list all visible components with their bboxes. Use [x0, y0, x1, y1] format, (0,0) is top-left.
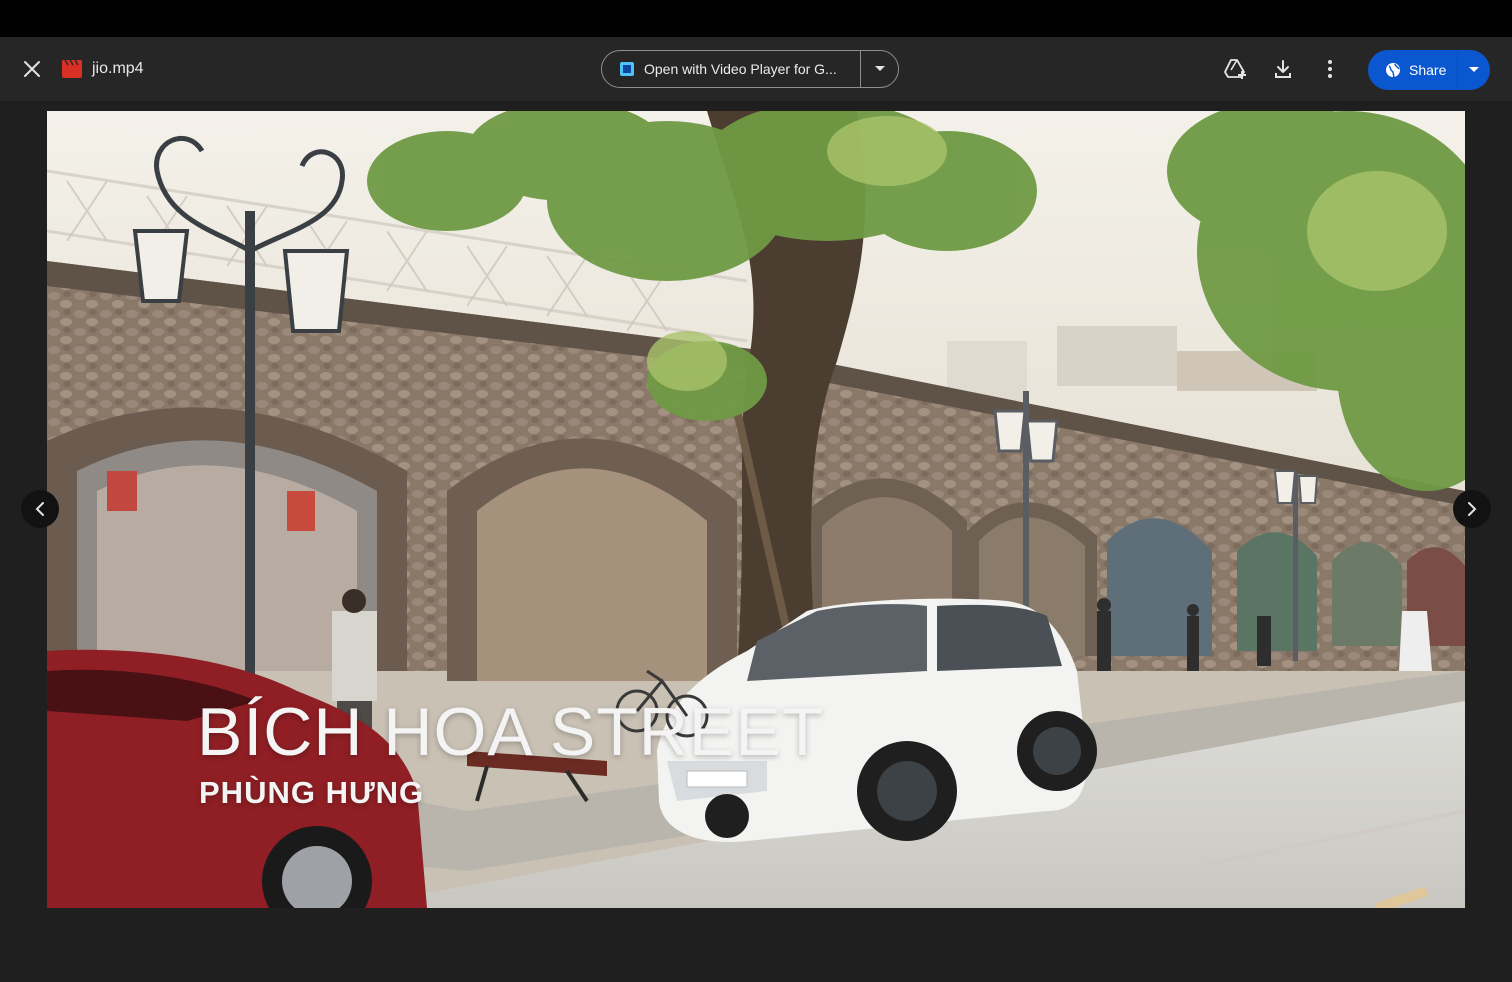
open-with-dropdown-button[interactable]	[861, 51, 898, 87]
video-player-app-icon	[620, 62, 634, 76]
share-dropdown-button[interactable]	[1458, 50, 1490, 90]
viewer-toolbar: jio.mp4 Open with Video Player for G...	[0, 37, 1512, 101]
close-icon	[24, 61, 40, 77]
open-with-button[interactable]: Open with Video Player for G...	[602, 51, 861, 87]
video-player[interactable]: BÍCH HOA STREET PHÙNG HƯNG	[47, 111, 1465, 908]
open-with-label: Open with Video Player for G...	[644, 61, 837, 77]
more-vert-icon	[1328, 60, 1332, 78]
download-icon	[1275, 60, 1291, 78]
next-file-button[interactable]	[1453, 490, 1491, 528]
video-caption-subtitle: PHÙNG HƯNG	[199, 775, 425, 810]
open-with-split-button: Open with Video Player for G...	[601, 50, 899, 88]
add-to-drive-button[interactable]	[1219, 53, 1251, 85]
globe-icon	[1386, 63, 1400, 78]
chevron-right-icon	[1468, 502, 1477, 516]
share-label: Share	[1409, 62, 1447, 78]
chevron-left-icon	[35, 502, 44, 516]
video-caption-title: BÍCH HOA STREET	[197, 694, 825, 770]
more-options-button[interactable]	[1314, 53, 1346, 85]
file-name: jio.mp4	[92, 60, 144, 77]
close-button[interactable]	[16, 53, 48, 85]
caret-down-icon	[874, 66, 885, 71]
add-to-drive-icon	[1224, 59, 1246, 79]
download-button[interactable]	[1267, 53, 1299, 85]
share-split-button: Share	[1368, 50, 1490, 90]
video-file-icon	[62, 60, 82, 78]
previous-file-button[interactable]	[21, 490, 59, 528]
caret-down-icon	[1469, 67, 1479, 72]
share-button[interactable]: Share	[1368, 50, 1458, 90]
top-black-bar	[0, 0, 1512, 37]
